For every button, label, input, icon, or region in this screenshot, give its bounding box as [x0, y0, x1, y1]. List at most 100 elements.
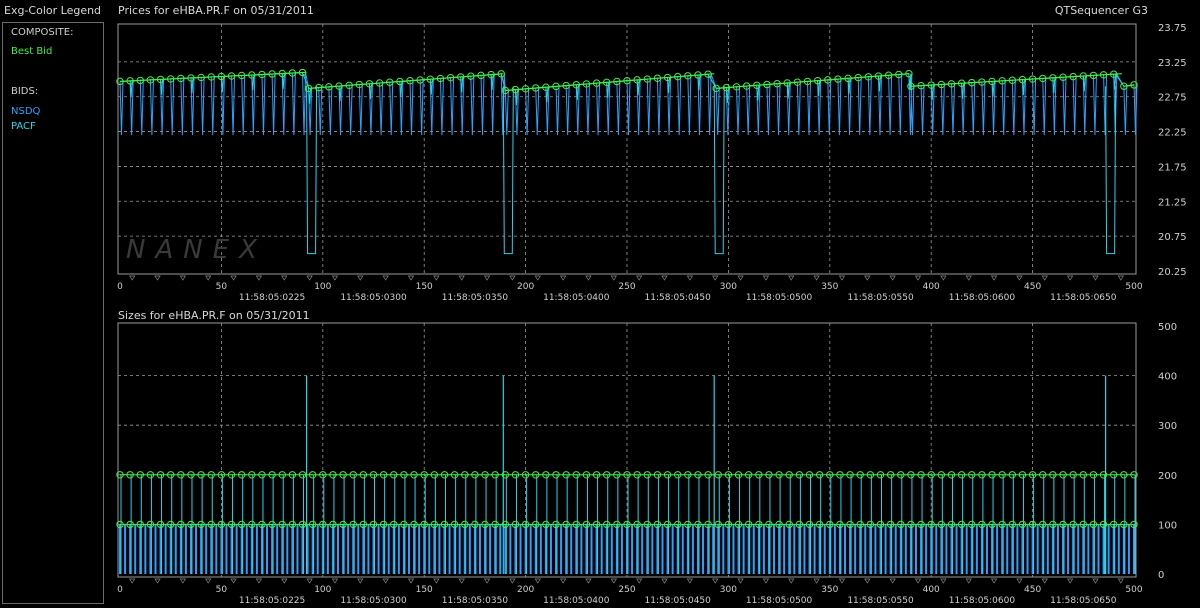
price-xtick-label: 400	[923, 282, 940, 292]
price-xmarker	[306, 275, 313, 281]
price-time-label: 11:58:05:0300	[340, 293, 407, 300]
size-xmarker	[534, 578, 541, 584]
size-xtick-label: 0	[117, 585, 123, 595]
price-xmarker	[357, 275, 364, 281]
price-ytick-label: 23.25	[1158, 58, 1187, 69]
price-xmarker	[433, 275, 440, 281]
size-xmarker	[255, 578, 263, 584]
price-xmarker	[965, 275, 972, 281]
size-xmarker	[483, 578, 491, 584]
price-xtick-label: 500	[1125, 282, 1142, 292]
price-xmarker	[281, 275, 288, 281]
price-xmarker	[382, 275, 389, 281]
size-xmarker	[154, 578, 161, 584]
price-xmarker	[1066, 275, 1074, 281]
price-xmarker	[534, 275, 541, 281]
price-ytick-label: 20.75	[1158, 232, 1187, 243]
size-xmarker	[230, 578, 237, 584]
size-xmarker	[433, 578, 440, 584]
size-chart: 0 50 100 150 200 250 300 350 400 450 500 11:58:05:0…	[116, 322, 1177, 606]
price-xmarker	[331, 275, 339, 281]
price-xmarker	[230, 275, 237, 281]
legend-panel: COMPOSITE: Best Bid BIDS: NSDQ PACF	[2, 22, 104, 604]
size-xmarker	[965, 578, 972, 584]
legend-bids-heading: BIDS:	[11, 86, 39, 97]
size-xmarker	[636, 578, 643, 584]
price-xmarker	[1117, 275, 1124, 281]
price-xtick-label: 150	[416, 282, 433, 292]
price-xtick-label: 100	[314, 282, 331, 292]
legend-pacf[interactable]: PACF	[11, 121, 36, 132]
price-xtick-label: 450	[1024, 282, 1041, 292]
price-xmarker	[179, 275, 186, 281]
price-time-label: 11:58:05:0500	[746, 293, 813, 300]
size-xtick-label: 350	[821, 585, 838, 595]
size-time-label: 11:58:05:0550	[847, 596, 914, 606]
size-time-label: 11:58:05:0300	[340, 596, 407, 606]
size-time-label: 11:58:05:0650	[1050, 596, 1117, 606]
price-time-label: 11:58:05:0350	[442, 293, 509, 300]
size-xmarker	[509, 578, 516, 584]
size-ytick-label: 200	[1158, 471, 1177, 482]
size-xmarker	[306, 578, 313, 584]
size-time-label: 11:58:05:0400	[543, 596, 610, 606]
price-xmarker	[154, 275, 161, 281]
size-xmarker	[357, 578, 364, 584]
size-xmarker	[940, 578, 947, 584]
price-xmarker	[712, 275, 719, 281]
price-xmarker	[788, 275, 795, 281]
size-xmarker	[889, 578, 896, 584]
size-xmarker	[990, 578, 998, 584]
price-ytick-label: 23.75	[1158, 23, 1187, 34]
price-xmarker	[559, 275, 567, 281]
legend-composite-heading: COMPOSITE:	[11, 27, 74, 38]
price-xmarker	[509, 275, 516, 281]
size-xmarker	[585, 578, 592, 584]
price-xmarker	[661, 275, 668, 281]
price-xmarker	[737, 275, 744, 281]
size-time-label: 11:58:05:0350	[442, 596, 509, 606]
size-ytick-label: 500	[1158, 322, 1177, 333]
price-ytick-label: 22.75	[1158, 93, 1187, 104]
size-xmarker	[712, 578, 719, 584]
price-xmarker	[686, 275, 693, 281]
size-xmarker	[737, 578, 744, 584]
size-xmarker	[813, 578, 820, 584]
price-xtick-label: 250	[618, 282, 635, 292]
size-xmarker	[864, 578, 871, 584]
legend-nsdq[interactable]: NSDQ	[11, 106, 40, 117]
price-time-label: 11:58:05:0400	[543, 293, 610, 300]
price-xmarker	[610, 275, 617, 281]
size-xmarker	[129, 578, 136, 584]
legend-best-bid[interactable]: Best Bid	[11, 46, 52, 57]
size-xmarker	[205, 578, 212, 584]
pacf-drop	[1105, 86, 1117, 255]
price-xmarker	[483, 275, 491, 281]
size-ytick-label: 300	[1158, 421, 1177, 432]
price-xmarker	[1041, 275, 1048, 281]
size-xtick-label: 200	[517, 585, 534, 595]
price-xmarker	[914, 275, 922, 281]
price-xtick-label: 350	[821, 282, 838, 292]
pacf-drop	[502, 86, 514, 255]
price-chart: 0 50 100 150 200 250 300 350 400 450 500 11:58:05:0…	[116, 23, 1187, 300]
price-xmarker	[889, 275, 896, 281]
size-xmarker	[407, 578, 415, 584]
size-xmarker	[1066, 578, 1074, 584]
price-xmarker	[864, 275, 871, 281]
size-xmarker	[281, 578, 288, 584]
size-xmarker	[788, 578, 795, 584]
size-xmarker	[914, 578, 922, 584]
size-xmarker	[686, 578, 693, 584]
watermark-nanex: NANEX	[126, 235, 267, 265]
size-ytick-label: 400	[1158, 372, 1177, 383]
price-xmarker	[585, 275, 592, 281]
price-xmarker	[1016, 275, 1023, 281]
size-time-label: 11:58:05:0600	[949, 596, 1016, 606]
price-time-label: 11:58:05:0600	[949, 293, 1016, 300]
legend-title: Exg-Color Legend	[4, 4, 102, 17]
price-xmarker	[458, 275, 465, 281]
pacf-drop	[713, 86, 725, 255]
size-xmarker	[610, 578, 617, 584]
price-xtick-label: 300	[720, 282, 737, 292]
